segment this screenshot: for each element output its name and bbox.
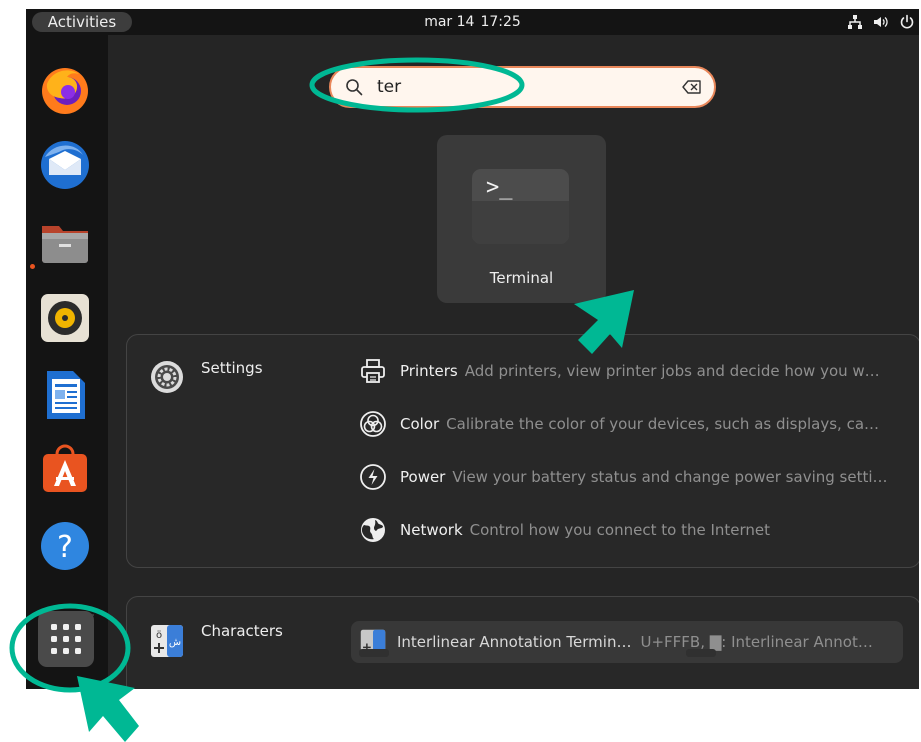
- dock-app-thunderbird[interactable]: [39, 139, 91, 191]
- settings-results-group: Settings Printers Add printers, view pri…: [126, 334, 919, 568]
- character-result-row[interactable]: Interlinear Annotation Termin… U+FFFB, ▇…: [351, 621, 903, 663]
- files-icon: [42, 226, 88, 263]
- volume-icon[interactable]: [872, 14, 890, 30]
- help-icon: ?: [41, 522, 89, 570]
- svg-text:ö: ö: [156, 630, 162, 641]
- clock-date: mar 14: [424, 14, 475, 30]
- running-indicator: [30, 264, 35, 269]
- settings-row-power[interactable]: Power View your battery status and chang…: [359, 462, 909, 492]
- highlight-ellipse-search: [309, 57, 525, 113]
- settings-row-network[interactable]: Network Control how you connect to the I…: [359, 515, 909, 545]
- software-icon: [43, 444, 87, 492]
- clock-time: 17:25: [480, 14, 521, 30]
- svg-text:?: ?: [57, 530, 73, 565]
- provider-name-settings[interactable]: Settings: [201, 359, 263, 377]
- power-icon: [360, 464, 386, 490]
- dock-app-files[interactable]: [39, 216, 91, 268]
- arrow-pointer-terminal: [574, 290, 634, 354]
- globe-icon: [361, 518, 385, 542]
- characters-results-group: ö ش Characters Interlinear Annotation Te…: [126, 596, 919, 689]
- top-bar: Activities mar 14 17:25: [26, 9, 919, 35]
- thunderbird-icon: [41, 141, 89, 189]
- system-tray[interactable]: [847, 9, 915, 35]
- writer-icon: [47, 371, 85, 419]
- provider-name-characters[interactable]: Characters: [201, 622, 283, 640]
- dock: ?: [26, 35, 108, 689]
- network-icon[interactable]: [847, 14, 863, 30]
- dock-app-help[interactable]: ?: [39, 520, 91, 572]
- color-icon: [360, 411, 386, 437]
- app-result-terminal[interactable]: >_ Terminal: [437, 135, 606, 303]
- clock[interactable]: mar 14 17:25: [26, 9, 919, 35]
- power-icon[interactable]: [899, 14, 915, 30]
- printer-icon: [361, 359, 385, 383]
- dock-app-writer[interactable]: [39, 369, 91, 421]
- terminal-icon: >_: [472, 169, 569, 244]
- rhythmbox-icon: [41, 294, 89, 342]
- settings-gear-icon[interactable]: [150, 360, 184, 394]
- dock-app-rhythmbox[interactable]: [39, 292, 91, 344]
- settings-row-color[interactable]: Color Calibrate the color of your device…: [359, 409, 909, 439]
- backspace-clear-icon[interactable]: [682, 79, 702, 95]
- arrow-pointer-show-apps: [77, 676, 139, 742]
- firefox-icon: [42, 68, 88, 114]
- dock-app-software[interactable]: [39, 444, 91, 496]
- cut-off-result: [686, 649, 716, 657]
- characters-icon[interactable]: ö ش: [150, 624, 184, 658]
- dock-app-firefox[interactable]: [39, 64, 91, 116]
- app-result-label: Terminal: [489, 269, 554, 287]
- cut-off-result: [359, 649, 389, 657]
- svg-text:ش: ش: [169, 637, 181, 648]
- settings-row-printers[interactable]: Printers Add printers, view printer jobs…: [359, 356, 909, 386]
